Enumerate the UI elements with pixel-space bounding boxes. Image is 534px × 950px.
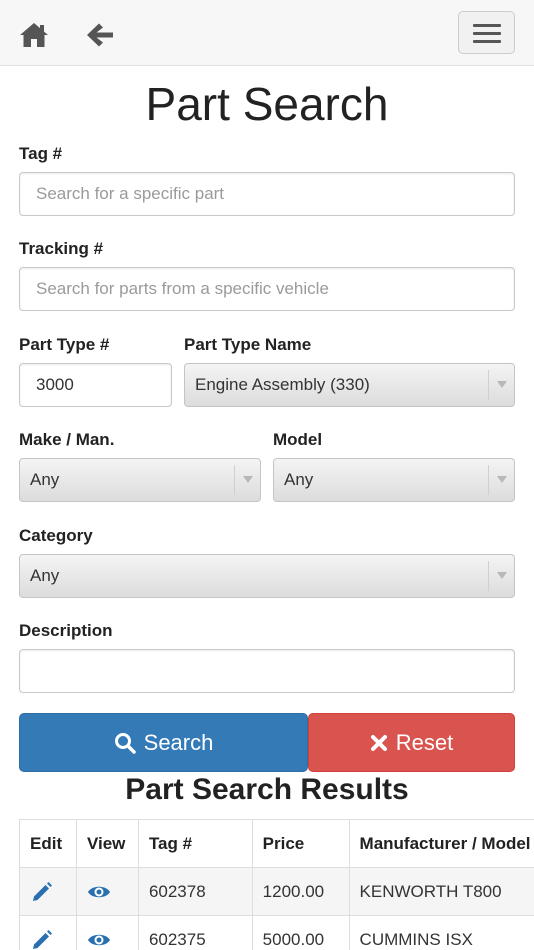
- table-header-row: Edit View Tag # Price Manufacturer / Mod…: [19, 819, 534, 868]
- column-header-edit: Edit: [19, 819, 77, 868]
- manufacturer-cell: CUMMINS ISX: [348, 915, 534, 950]
- results-title: Part Search Results: [125, 773, 409, 806]
- close-icon: [370, 734, 387, 751]
- view-cell: [75, 915, 139, 950]
- description-input[interactable]: [19, 649, 515, 693]
- category-select[interactable]: Any: [19, 554, 515, 598]
- page-title: Part Search: [145, 78, 389, 130]
- column-header-manufacturer: Manufacturer / Model: [348, 819, 534, 868]
- menu-bar: [473, 32, 501, 35]
- column-header-view: View: [75, 819, 139, 868]
- model-label: Model: [273, 430, 323, 449]
- part-type-number-input[interactable]: [19, 363, 172, 407]
- pencil-icon[interactable]: [30, 928, 54, 950]
- chevron-down-icon: [234, 465, 260, 495]
- table-row: 602375 5000.00 CUMMINS ISX: [19, 915, 534, 950]
- chevron-down-icon: [488, 561, 514, 591]
- arrow-left-icon[interactable]: [84, 19, 116, 51]
- results-table: Edit View Tag # Price Manufacturer / Mod…: [19, 819, 534, 950]
- price-cell: 5000.00: [251, 915, 350, 950]
- make-select[interactable]: Any: [19, 458, 261, 502]
- part-type-number-label: Part Type #: [19, 335, 110, 354]
- description-label: Description: [19, 621, 113, 640]
- tracking-input[interactable]: [19, 267, 515, 311]
- column-header-tag: Tag #: [137, 819, 253, 868]
- part-type-name-label: Part Type Name: [184, 335, 312, 354]
- price-cell: 1200.00: [251, 867, 350, 916]
- part-type-name-select[interactable]: Engine Assembly (330): [184, 363, 515, 407]
- view-cell: [75, 867, 139, 916]
- tag-cell: 602375: [137, 915, 253, 950]
- part-type-name-value: Engine Assembly (330): [195, 375, 370, 394]
- eye-icon[interactable]: [87, 928, 111, 950]
- search-icon: [114, 732, 136, 754]
- model-value: Any: [284, 470, 314, 489]
- model-select[interactable]: Any: [273, 458, 515, 502]
- search-button[interactable]: Search: [19, 713, 308, 772]
- results-table-wrapper[interactable]: Edit View Tag # Price Manufacturer / Mod…: [19, 819, 534, 950]
- tracking-label: Tracking #: [19, 239, 104, 258]
- tag-cell: 602378: [137, 867, 253, 916]
- make-value: Any: [30, 470, 60, 489]
- pencil-icon[interactable]: [30, 880, 54, 904]
- chevron-down-icon: [488, 370, 514, 400]
- chevron-down-icon: [488, 465, 514, 495]
- edit-cell: [19, 867, 77, 916]
- table-row: 602378 1200.00 KENWORTH T800: [19, 867, 534, 916]
- tag-input[interactable]: [19, 172, 515, 216]
- tag-label: Tag #: [19, 144, 63, 163]
- manufacturer-cell: KENWORTH T800: [348, 867, 534, 916]
- column-header-price: Price: [251, 819, 350, 868]
- top-navbar: [0, 0, 534, 66]
- reset-button[interactable]: Reset: [308, 713, 515, 772]
- make-label: Make / Man.: [19, 430, 115, 449]
- search-button-label: Search: [143, 729, 214, 755]
- category-value: Any: [30, 566, 60, 585]
- menu-bar: [473, 24, 501, 27]
- edit-cell: [19, 915, 77, 950]
- menu-bar: [473, 40, 501, 43]
- reset-button-label: Reset: [395, 729, 454, 755]
- eye-icon[interactable]: [87, 880, 111, 904]
- home-icon[interactable]: [18, 19, 50, 51]
- category-label: Category: [19, 526, 93, 545]
- hamburger-menu-icon[interactable]: [458, 11, 515, 54]
